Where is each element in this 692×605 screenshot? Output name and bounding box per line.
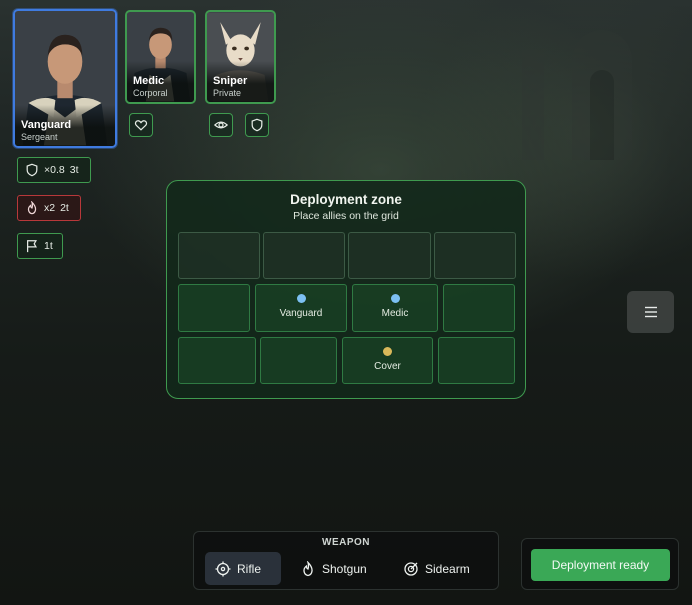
weapon-title: WEAPON (322, 537, 370, 548)
status-objective: 1t (17, 233, 63, 259)
menu-button[interactable] (627, 291, 674, 333)
unit-marker-dot (390, 294, 400, 303)
ready-panel: Deployment ready (521, 538, 679, 590)
grid-cell[interactable] (438, 337, 515, 384)
status-duration: 1t (44, 240, 53, 252)
weapon-label: Sidearm (425, 561, 470, 576)
weapon-label: Rifle (237, 561, 262, 576)
card-name: Sniper (213, 75, 248, 87)
target-icon (404, 561, 418, 576)
grid-cell[interactable] (178, 232, 260, 279)
party-card-sniper[interactable]: Sniper Private (205, 10, 276, 104)
crosshair-icon (215, 561, 231, 576)
flame-icon (27, 201, 37, 215)
unit-marker-dot (296, 294, 306, 303)
card-rank: Private (213, 88, 242, 98)
deployment-panel: Deployment zone Place allies on the grid… (166, 180, 526, 399)
card-name: Medic (133, 75, 165, 87)
deployment-subtitle: Place allies on the grid (293, 210, 399, 222)
flag-icon (27, 240, 37, 253)
flame-icon (303, 560, 313, 576)
status-duration: 3t (69, 164, 79, 176)
status-burn: x2 2t (17, 195, 81, 221)
grid-cell[interactable] (263, 232, 345, 279)
grid-cell[interactable] (260, 337, 337, 384)
weapon-option-sidearm[interactable]: Sidearm (393, 552, 489, 585)
grid-cell[interactable] (178, 337, 256, 384)
cell-label: Vanguard (279, 308, 323, 319)
weapon-selector: WEAPON Rifle Shotgun Sidearm (193, 531, 499, 590)
status-value: ×0.8 (44, 164, 65, 176)
background-ruins (502, 30, 652, 180)
grid-cell-medic[interactable]: Medic (352, 284, 438, 332)
grid-cell[interactable] (348, 232, 431, 279)
grid-cell[interactable] (178, 284, 250, 332)
status-value: x2 (44, 202, 56, 214)
deployment-ready-button[interactable]: Deployment ready (531, 549, 670, 581)
status-defense: ×0.8 3t (17, 157, 91, 183)
cell-label: Medic (381, 308, 409, 319)
grid-cell[interactable] (434, 232, 516, 279)
medic-heal-button[interactable] (129, 113, 153, 137)
party-card-vanguard[interactable]: Vanguard Sergeant (13, 9, 117, 148)
deployment-title: Deployment zone (290, 192, 402, 207)
shield-icon (251, 118, 263, 132)
card-name: Vanguard (21, 119, 72, 131)
cell-label: Cover (374, 361, 401, 372)
sniper-overwatch-button[interactable] (209, 113, 233, 137)
grid-cell-cover[interactable]: Cover (342, 337, 433, 384)
card-rank: Corporal (133, 88, 168, 98)
weapon-option-rifle[interactable]: Rifle (205, 552, 281, 585)
status-duration: 2t (60, 202, 69, 214)
party-card-medic[interactable]: Medic Corporal (125, 10, 196, 104)
weapon-option-shotgun[interactable]: Shotgun (290, 552, 383, 585)
eye-icon (214, 121, 228, 129)
grid-cell[interactable] (443, 284, 515, 332)
card-rank: Sergeant (21, 132, 58, 142)
heart-icon (134, 120, 148, 131)
shield-icon (26, 163, 38, 177)
hamburger-icon (644, 306, 657, 318)
cover-marker-dot (383, 347, 392, 356)
weapon-label: Shotgun (322, 561, 367, 576)
grid-cell-vanguard[interactable]: Vanguard (255, 284, 347, 332)
sniper-guard-button[interactable] (245, 113, 269, 137)
